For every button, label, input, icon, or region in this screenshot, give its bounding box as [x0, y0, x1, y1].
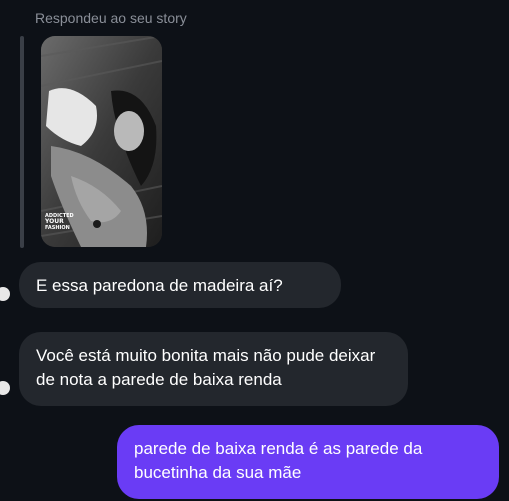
story-caption: ADDICTED YOUR FASHION — [45, 213, 74, 231]
message-bubble-incoming[interactable]: E essa paredona de madeira aí? — [19, 262, 341, 308]
sender-avatar[interactable] — [0, 287, 10, 301]
message-text: E essa paredona de madeira aí? — [36, 276, 283, 295]
message-bubble-outgoing[interactable]: parede de baixa renda é as parede da buc… — [117, 425, 499, 499]
message-bubble-incoming[interactable]: Você está muito bonita mais não pude dei… — [19, 332, 408, 406]
story-reply-label: Respondeu ao seu story — [35, 10, 187, 26]
story-thumbnail[interactable]: ADDICTED YOUR FASHION — [41, 36, 162, 247]
message-text: parede de baixa renda é as parede da buc… — [134, 439, 423, 482]
reply-quote-bar — [20, 36, 24, 248]
sender-avatar[interactable] — [0, 381, 10, 395]
message-text: Você está muito bonita mais não pude dei… — [36, 346, 376, 389]
